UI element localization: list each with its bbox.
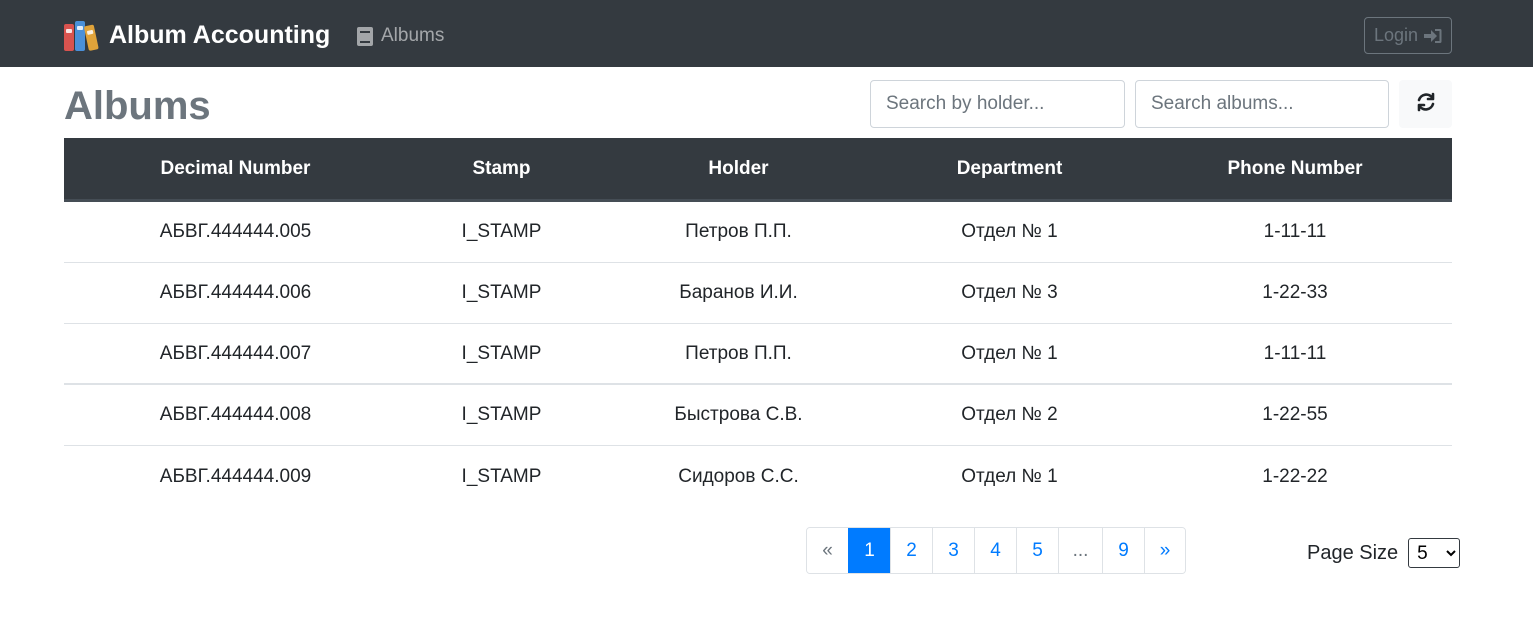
- cell-stamp: I_STAMP: [461, 342, 542, 364]
- pagination: « 1 2 3 4 5 ... 9 »: [806, 527, 1186, 574]
- page-size-label: Page Size: [1307, 541, 1399, 564]
- cell-holder: Быстрова С.В.: [674, 404, 803, 425]
- cell-phone-number: 1-22-33: [1262, 282, 1328, 303]
- cell-decimal-number: АБВГ.444444.008: [159, 404, 312, 425]
- cell-decimal-number: АБВГ.444444.009: [159, 465, 312, 487]
- login-button[interactable]: Login: [1364, 17, 1452, 54]
- pagination-page-4[interactable]: 4: [974, 528, 1016, 573]
- column-header-phone-number[interactable]: Phone Number: [1138, 158, 1452, 180]
- pagination-next[interactable]: »: [1144, 528, 1185, 573]
- table-header: Decimal Number Stamp Holder Department P…: [64, 138, 1452, 202]
- column-header-stamp[interactable]: Stamp: [407, 158, 596, 180]
- table-row[interactable]: АБВГ.444444.005 I_STAMP Петров П.П. Отде…: [64, 202, 1452, 263]
- binders-icon: [64, 19, 100, 51]
- table-row[interactable]: АБВГ.444444.008 I_STAMP Быстрова С.В. От…: [64, 385, 1452, 446]
- search-albums-input[interactable]: [1135, 80, 1389, 128]
- cell-stamp: I_STAMP: [461, 404, 542, 425]
- page-size-select[interactable]: 5: [1408, 538, 1461, 568]
- refresh-icon: [1415, 91, 1437, 118]
- albums-table: Decimal Number Stamp Holder Department P…: [64, 138, 1452, 507]
- cell-holder: Петров П.П.: [685, 342, 792, 364]
- cell-department: Отдел № 2: [961, 404, 1058, 425]
- pagination-ellipsis: ...: [1058, 528, 1102, 573]
- refresh-button[interactable]: [1399, 80, 1452, 128]
- column-header-holder[interactable]: Holder: [596, 158, 881, 180]
- pagination-prev[interactable]: «: [807, 528, 848, 573]
- column-header-decimal-number[interactable]: Decimal Number: [64, 158, 407, 180]
- pagination-page-last[interactable]: 9: [1102, 528, 1144, 573]
- table-row[interactable]: АБВГ.444444.006 I_STAMP Баранов И.И. Отд…: [64, 263, 1452, 324]
- pagination-page-2[interactable]: 2: [890, 528, 932, 573]
- cell-decimal-number: АБВГ.444444.005: [159, 221, 312, 242]
- cell-phone-number: 1-11-11: [1263, 221, 1327, 242]
- sign-in-icon: [1424, 28, 1442, 44]
- table-row[interactable]: АБВГ.444444.007 I_STAMP Петров П.П. Отде…: [64, 324, 1452, 385]
- cell-phone-number: 1-22-55: [1262, 404, 1328, 425]
- brand-label: Album Accounting: [109, 20, 331, 49]
- cell-department: Отдел № 3: [961, 282, 1058, 303]
- nav-link-label: Albums: [381, 25, 445, 46]
- cell-department: Отдел № 1: [961, 465, 1058, 487]
- page-size-control: Page Size 5: [1307, 538, 1461, 568]
- pagination-page-1[interactable]: 1: [848, 528, 890, 573]
- cell-stamp: I_STAMP: [461, 282, 542, 303]
- pagination-page-5[interactable]: 5: [1016, 528, 1058, 573]
- cell-holder: Баранов И.И.: [679, 282, 798, 303]
- cell-phone-number: 1-11-11: [1263, 342, 1327, 364]
- pagination-page-3[interactable]: 3: [932, 528, 974, 573]
- cell-department: Отдел № 1: [961, 342, 1058, 364]
- cell-holder: Петров П.П.: [685, 221, 792, 242]
- cell-decimal-number: АБВГ.444444.007: [159, 342, 312, 364]
- cell-phone-number: 1-22-22: [1262, 465, 1328, 487]
- cell-stamp: I_STAMP: [461, 465, 542, 487]
- book-icon: [357, 26, 373, 46]
- nav-link-albums[interactable]: Albums: [357, 22, 444, 50]
- search-holder-input[interactable]: [870, 80, 1125, 128]
- cell-department: Отдел № 1: [961, 221, 1058, 242]
- table-row[interactable]: АБВГ.444444.009 I_STAMP Сидоров С.С. Отд…: [64, 446, 1452, 507]
- cell-stamp: I_STAMP: [461, 221, 542, 242]
- cell-decimal-number: АБВГ.444444.006: [159, 282, 312, 303]
- login-label: Login: [1373, 25, 1419, 45]
- navbar: Album Accounting Albums Login: [0, 0, 1533, 67]
- cell-holder: Сидоров С.С.: [678, 465, 799, 487]
- brand[interactable]: Album Accounting: [64, 18, 330, 52]
- page-title: Albums: [64, 84, 211, 128]
- column-header-department[interactable]: Department: [881, 158, 1138, 180]
